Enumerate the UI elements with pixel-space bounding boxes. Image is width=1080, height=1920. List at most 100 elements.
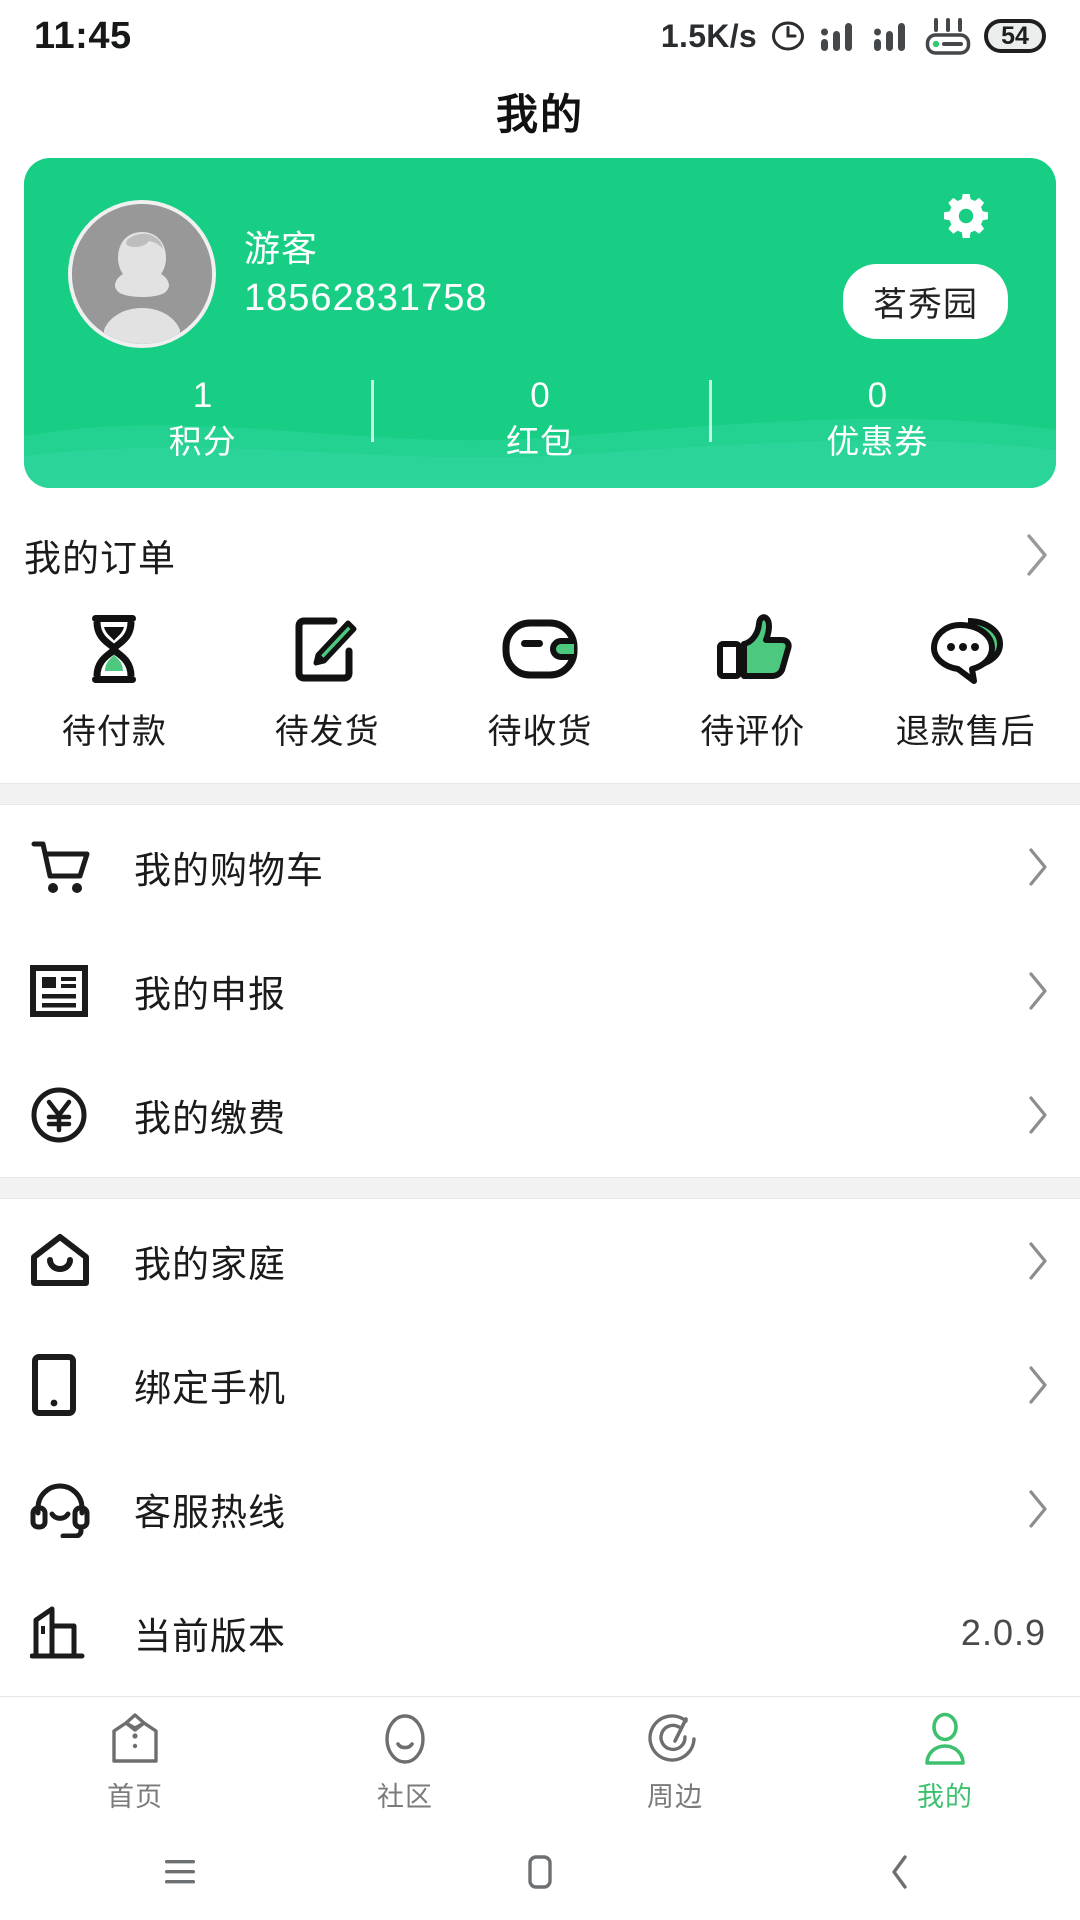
order-status-label: 待付款: [61, 713, 167, 751]
order-status-pending-receipt[interactable]: 待收货: [434, 610, 647, 753]
shopping-cart-icon: [30, 838, 108, 896]
stat-value: 0: [530, 376, 550, 415]
tab-label: 我的: [917, 1782, 973, 1812]
profile-card[interactable]: 茗秀园 游客 18562831758 1 积分 0 红包 0 优惠券: [24, 158, 1056, 488]
avatar[interactable]: [68, 200, 216, 348]
tab-nearby[interactable]: 周边: [540, 1707, 810, 1814]
stat-label: 红包: [505, 422, 574, 460]
face-icon: [376, 1707, 434, 1769]
menu-item-label: 当前版本: [134, 1616, 286, 1657]
person-icon: [916, 1707, 974, 1769]
status-bar: 11:45 1.5K/s 54: [0, 0, 1080, 72]
stat-coupon[interactable]: 0 优惠券: [708, 374, 1046, 466]
order-status-label: 待收货: [487, 713, 593, 751]
chevron-right-icon[interactable]: [1026, 846, 1050, 888]
order-status-grid: 待付款 待发货 待收货 待评价 退款售后: [0, 588, 1080, 783]
default-avatar-icon: [72, 204, 212, 344]
status-icons: 1.5K/s 54: [661, 17, 1046, 55]
user-name: 游客: [244, 228, 319, 269]
tab-label: 社区: [377, 1782, 433, 1812]
order-status-pending-shipment[interactable]: 待发货: [221, 610, 434, 753]
system-menu-button[interactable]: [0, 1851, 360, 1893]
headset-icon: [30, 1480, 108, 1538]
user-info: 游客 18562831758: [244, 225, 487, 323]
page-title-text: 我的: [495, 90, 584, 138]
chevron-right-icon[interactable]: [1026, 1094, 1050, 1136]
chevron-right-icon[interactable]: [1026, 1488, 1050, 1530]
menu-item-label: 我的申报: [134, 974, 286, 1015]
stat-redpacket[interactable]: 0 红包: [371, 374, 708, 466]
menu-group-secondary: 我的家庭 绑定手机 客服热线 当前版本 2.0.9: [0, 1199, 1080, 1695]
menu-item-shopping-cart[interactable]: 我的购物车: [0, 805, 1080, 929]
network-speed-text: 1.5K/s: [660, 17, 757, 54]
order-status-label: 待发货: [274, 713, 380, 751]
version-value: 2.0.9: [960, 1612, 1046, 1653]
system-navigation-bar: [0, 1824, 1080, 1920]
building-icon: [30, 1604, 108, 1662]
home-square-icon: [528, 1855, 552, 1889]
menu-item-declaration[interactable]: 我的申报: [0, 929, 1080, 1053]
edit-pencil-icon: [292, 610, 362, 688]
menu-item-label: 我的家庭: [134, 1244, 286, 1285]
system-home-button[interactable]: [360, 1847, 720, 1897]
stat-label: 积分: [168, 422, 237, 460]
menu-item-label: 我的缴费: [134, 1098, 286, 1139]
section-divider: [0, 1177, 1080, 1199]
my-orders-header[interactable]: 我的订单: [0, 488, 1080, 588]
tab-home[interactable]: 首页: [0, 1707, 270, 1814]
menu-item-bind-phone[interactable]: 绑定手机: [0, 1323, 1080, 1447]
stat-value: 1: [192, 376, 213, 415]
butler-icon: [106, 1707, 164, 1769]
menu-item-service-hotline[interactable]: 客服热线: [0, 1447, 1080, 1571]
section-divider: [0, 783, 1080, 805]
chevron-right-icon[interactable]: [1024, 532, 1050, 578]
menu-item-family[interactable]: 我的家庭: [0, 1199, 1080, 1323]
document-icon: [30, 962, 108, 1020]
yen-circle-icon: [30, 1086, 108, 1144]
chevron-right-icon[interactable]: [1026, 1364, 1050, 1406]
menu-group-primary: 我的购物车 我的申报 我的缴费: [0, 805, 1080, 1177]
tab-profile[interactable]: 我的: [810, 1707, 1080, 1814]
order-status-label: 待评价: [700, 713, 806, 751]
system-back-button[interactable]: [720, 1847, 1080, 1897]
stat-label: 优惠券: [826, 422, 929, 460]
user-phone: 18562831758: [244, 276, 488, 319]
menu-item-label: 绑定手机: [134, 1368, 286, 1409]
profile-header: 游客 18562831758: [24, 158, 1056, 348]
chevron-right-icon[interactable]: [1026, 1240, 1050, 1282]
my-orders-title: 我的订单: [24, 538, 176, 579]
menu-item-version[interactable]: 当前版本 2.0.9: [0, 1571, 1080, 1695]
signal-bars-icon: [874, 23, 905, 51]
order-status-pending-review[interactable]: 待评价: [646, 610, 859, 753]
menu-item-payment[interactable]: 我的缴费: [0, 1053, 1080, 1177]
tab-label: 首页: [107, 1782, 163, 1812]
signal-bars-icon: [821, 23, 852, 51]
stat-value: 0: [867, 376, 888, 415]
menu-item-label: 客服热线: [134, 1492, 286, 1533]
stat-points[interactable]: 1 积分: [34, 374, 371, 466]
wallet-icon: [501, 610, 579, 688]
home-icon: [30, 1233, 108, 1289]
order-status-refund-aftersale[interactable]: 退款售后: [859, 610, 1072, 753]
order-status-label: 退款售后: [895, 713, 1036, 751]
battery-indicator: 54: [984, 19, 1046, 53]
chat-bubble-icon: [926, 610, 1006, 688]
tab-label: 周边: [647, 1782, 703, 1812]
hourglass-icon: [82, 610, 146, 688]
page-title: 我的: [0, 72, 1080, 150]
alarm-clock-icon: [772, 21, 804, 51]
thumbs-up-icon: [714, 610, 792, 688]
tab-community[interactable]: 社区: [270, 1707, 540, 1814]
mobile-phone-icon: [30, 1354, 108, 1416]
profile-stats: 1 积分 0 红包 0 优惠券: [24, 374, 1056, 466]
menu-item-label: 我的购物车: [134, 850, 324, 891]
location-pulse-icon: [646, 1707, 704, 1769]
chevron-right-icon[interactable]: [1026, 970, 1050, 1012]
menu-icon: [165, 1860, 195, 1884]
status-time: 11:45: [34, 14, 132, 57]
order-status-pending-payment[interactable]: 待付款: [8, 610, 221, 753]
app-screen: 11:45 1.5K/s 54 我的 茗秀园 游客 18562831758 1 …: [0, 0, 1080, 1920]
wifi-router-icon: [925, 18, 971, 55]
bottom-tab-bar: 首页 社区 周边 我的: [0, 1696, 1080, 1824]
back-chevron-icon: [892, 1855, 907, 1889]
